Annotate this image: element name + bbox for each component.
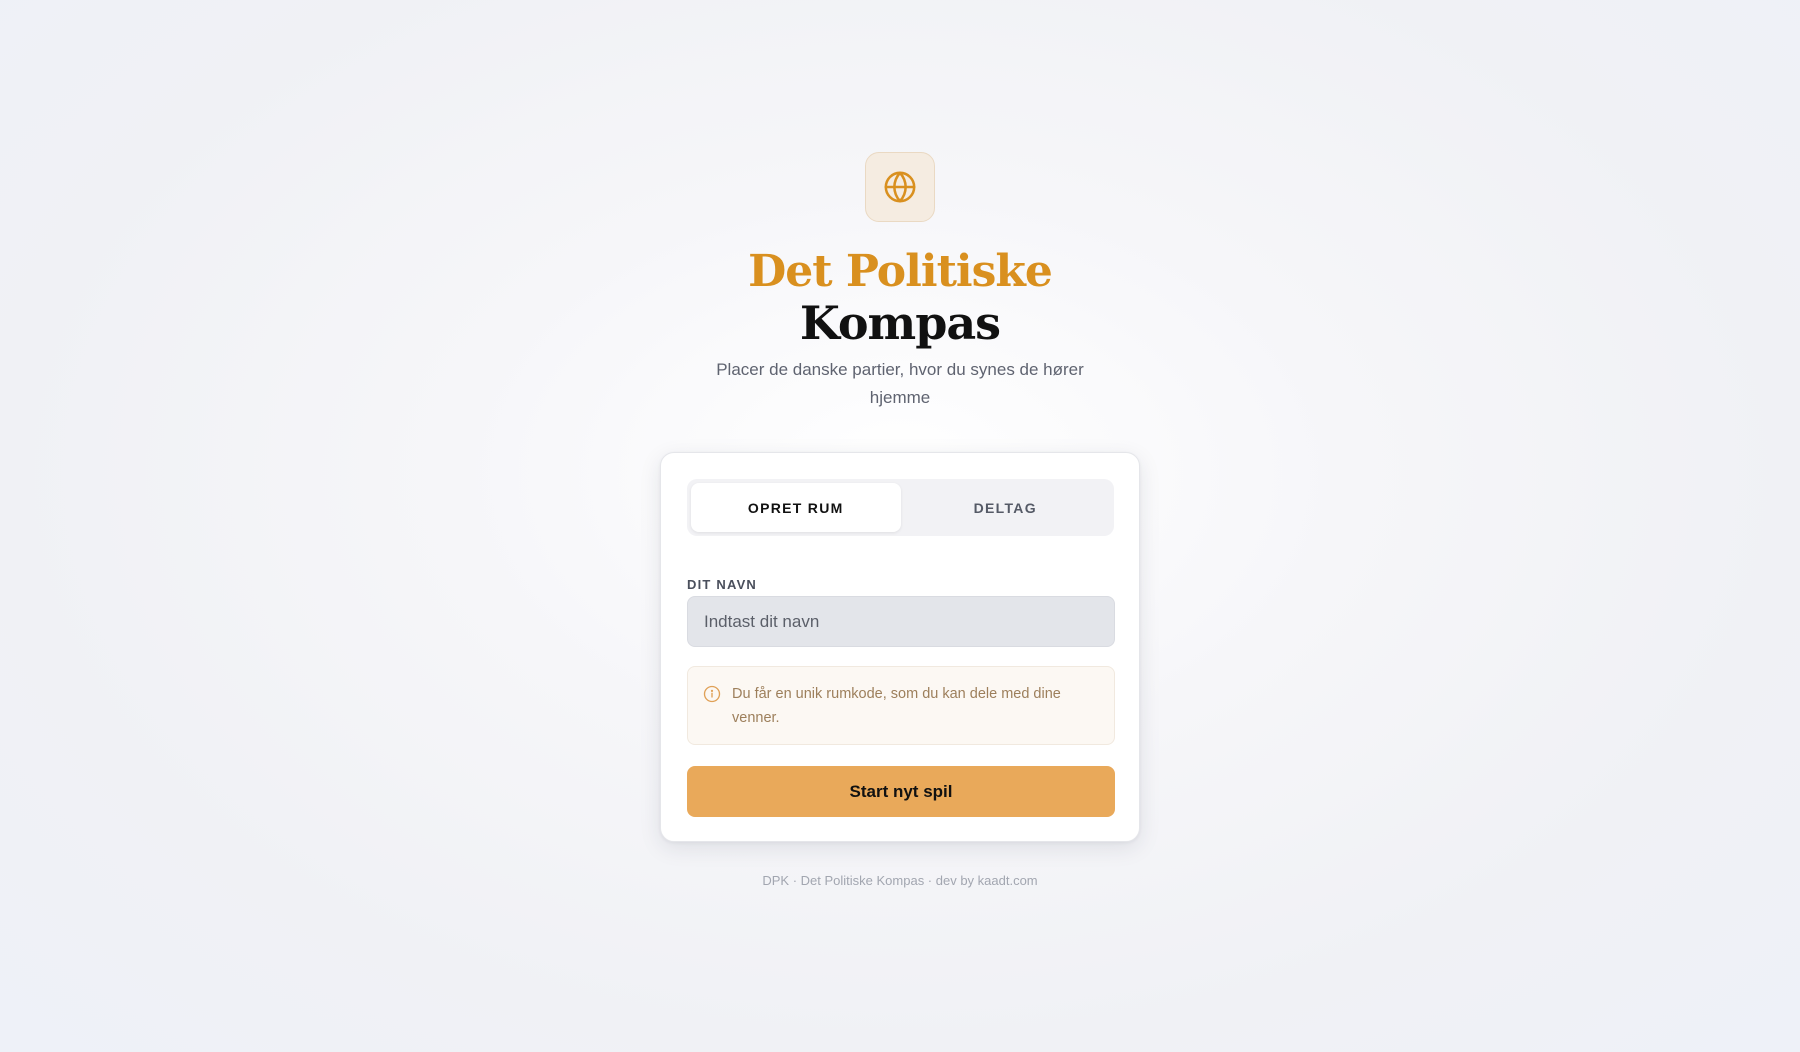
mode-tabs: OPRET RUM DELTAG	[687, 479, 1114, 536]
name-field-label: DIT NAVN	[687, 577, 758, 592]
footer-credits: DPK · Det Politiske Kompas · dev by kaad…	[762, 873, 1038, 888]
logo-badge	[865, 152, 935, 222]
name-input[interactable]	[687, 596, 1115, 647]
tab-deltag[interactable]: DELTAG	[901, 483, 1111, 532]
globe-icon	[884, 171, 916, 203]
room-code-info: Du får en unik rumkode, som du kan dele …	[687, 666, 1115, 745]
tab-opret-rum[interactable]: OPRET RUM	[691, 483, 901, 532]
page-title-line1: Det Politiske	[748, 246, 1053, 297]
start-game-button[interactable]: Start nyt spil	[687, 766, 1115, 817]
page-subtitle: Placer de danske partier, hvor du synes …	[716, 360, 1084, 407]
info-circle-icon	[703, 685, 721, 703]
page-title-line2: Kompas	[799, 296, 1001, 350]
page: Det Politiske Kompas Placer de danske pa…	[0, 0, 1800, 1052]
create-room-card: OPRET RUM DELTAG DIT NAVN Du får en unik…	[660, 452, 1140, 842]
info-text: Du får en unik rumkode, som du kan dele …	[732, 686, 1061, 726]
